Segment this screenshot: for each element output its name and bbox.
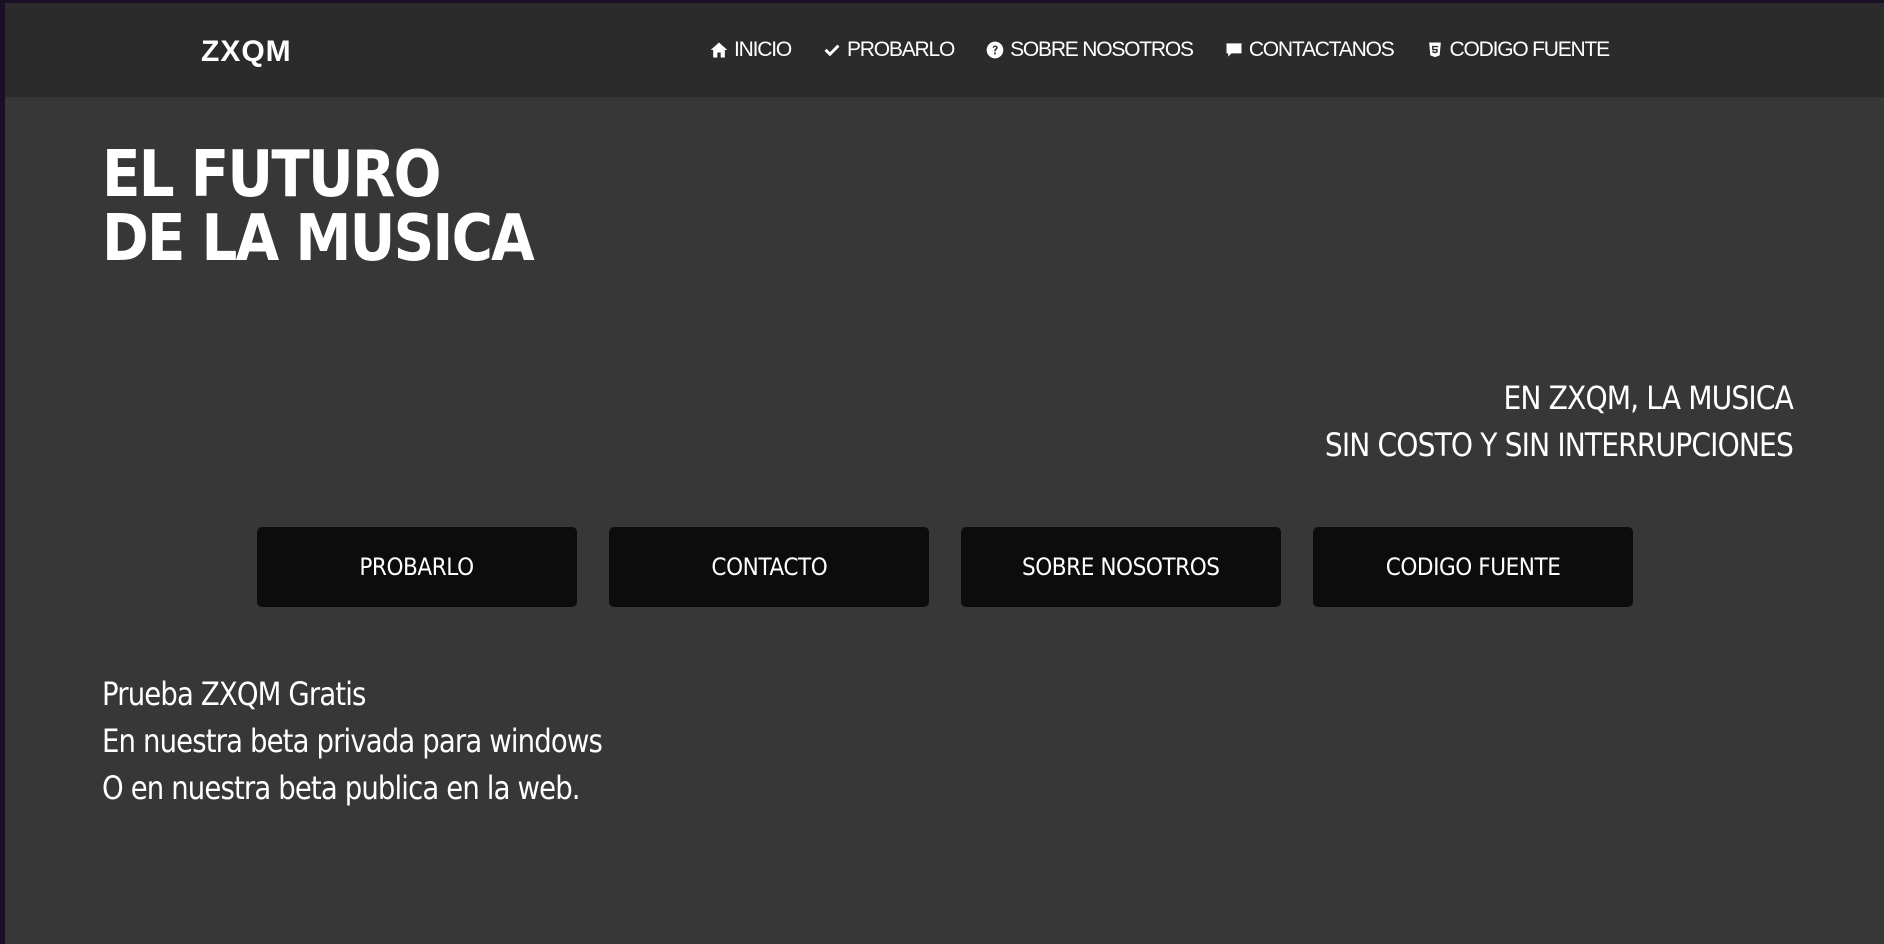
hero-title-line: EL FUTURO	[102, 138, 441, 212]
button-label: CONTACTO	[711, 553, 827, 581]
nav-item-contactanos[interactable]: CONTACTANOS	[1223, 38, 1395, 62]
cta-button-group: PROBARLO CONTACTO SOBRE NOSOTROS CODIGO …	[257, 527, 1633, 607]
html5-icon	[1424, 39, 1446, 61]
tagline-line: EN ZXQM, LA MUSICA	[1503, 379, 1794, 417]
contacto-button[interactable]: CONTACTO	[609, 527, 929, 607]
nav-item-label: CODIGO FUENTE	[1449, 38, 1611, 61]
hero-title: EL FUTURO DE LA MUSICA	[102, 138, 535, 276]
question-circle-icon	[984, 39, 1006, 61]
button-label: SOBRE NOSOTROS	[1022, 553, 1220, 581]
check-icon	[821, 39, 843, 61]
nav-item-sobre-nosotros[interactable]: SOBRE NOSOTROS	[984, 38, 1194, 62]
home-icon	[708, 39, 730, 61]
page: ZXQM INICIO PROBARLO SOBRE NOSOTROS CONT…	[5, 3, 1884, 944]
promo-text: Prueba ZXQM Gratis En nuestra beta priva…	[102, 671, 603, 812]
promo-line: En nuestra beta privada para windows	[102, 722, 603, 760]
brand-logo[interactable]: ZXQM	[201, 35, 292, 69]
button-label: PROBARLO	[359, 553, 475, 581]
button-label: CODIGO FUENTE	[1385, 553, 1561, 581]
hero-title-line: DE LA MUSICA	[102, 202, 535, 276]
codigo-fuente-button[interactable]: CODIGO FUENTE	[1313, 527, 1633, 607]
nav-item-inicio[interactable]: INICIO	[708, 38, 792, 62]
tagline-line: SIN COSTO Y SIN INTERRUPCIONES	[1324, 426, 1794, 464]
promo-line: O en nuestra beta publica en la web.	[102, 769, 581, 807]
tagline: EN ZXQM, LA MUSICA SIN COSTO Y SIN INTER…	[1324, 375, 1794, 469]
nav-item-label: CONTACTANOS	[1248, 38, 1395, 61]
nav-item-label: INICIO	[734, 38, 792, 61]
probarlo-button[interactable]: PROBARLO	[257, 527, 577, 607]
sobre-nosotros-button[interactable]: SOBRE NOSOTROS	[961, 527, 1281, 607]
nav-item-label: SOBRE NOSOTROS	[1010, 38, 1194, 61]
nav-item-probarlo[interactable]: PROBARLO	[821, 38, 955, 62]
comment-icon	[1223, 39, 1245, 61]
top-navbar: ZXQM INICIO PROBARLO SOBRE NOSOTROS CONT…	[5, 3, 1884, 97]
promo-line: Prueba ZXQM Gratis	[102, 675, 366, 713]
nav-item-codigo-fuente[interactable]: CODIGO FUENTE	[1424, 38, 1611, 62]
nav-item-label: PROBARLO	[846, 38, 955, 61]
main-nav: INICIO PROBARLO SOBRE NOSOTROS CONTACTAN…	[708, 38, 1611, 62]
